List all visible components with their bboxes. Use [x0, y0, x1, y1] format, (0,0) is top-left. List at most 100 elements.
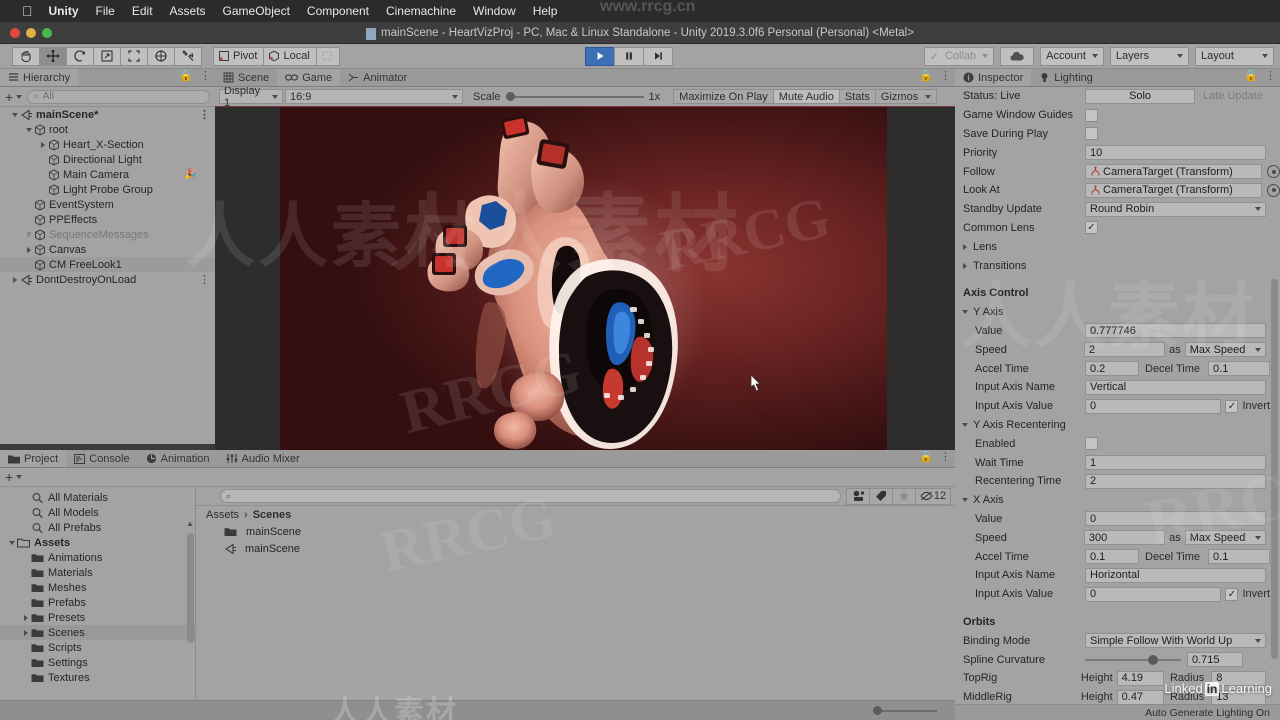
tab-project[interactable]: Project: [0, 450, 67, 467]
inspector-row-follow[interactable]: Follow CameraTarget (Transform): [955, 162, 1280, 181]
hierarchy-item-ppeffects[interactable]: PPEffects: [0, 212, 215, 227]
filter-by-type-icon[interactable]: [846, 487, 870, 505]
invert-checkbox[interactable]: ✓: [1225, 399, 1239, 413]
speed-field[interactable]: 2: [1083, 342, 1166, 358]
aspect-ratio-selector[interactable]: 16:9: [285, 89, 463, 104]
inspector-row-status-live[interactable]: Status: Live Solo Late Update: [955, 87, 1280, 106]
inspector-row-input-axis-name[interactable]: Input Axis Name Horizontal: [955, 566, 1280, 585]
hierarchy-item-heart-x-section[interactable]: Heart_X-Section: [0, 137, 215, 152]
inspector-row-speed[interactable]: Speed 2 as Max Speed: [955, 340, 1280, 359]
project-tree-item-prefabs[interactable]: Prefabs: [0, 595, 195, 610]
asset-zoom-slider[interactable]: [873, 705, 937, 715]
project-tree-item-textures[interactable]: Textures: [0, 670, 195, 685]
hierarchy-item-cm-freelook1[interactable]: CM FreeLook1: [0, 257, 215, 272]
project-tree-scrollbar[interactable]: ▲ ▼: [186, 489, 194, 713]
spline-curvature-field[interactable]: 0.715: [1187, 652, 1243, 667]
menu-item-assets[interactable]: Assets: [170, 4, 206, 18]
inspector-text-field[interactable]: Vertical: [1085, 379, 1266, 395]
inspector-row-enabled[interactable]: Enabled: [955, 434, 1280, 453]
inspector-scrollbar[interactable]: [1271, 89, 1278, 659]
input-axis-value-field[interactable]: 0: [1085, 398, 1222, 414]
pause-button[interactable]: [613, 46, 644, 66]
project-search-input[interactable]: ⌕: [220, 489, 841, 503]
foldout-arrow-right-icon[interactable]: [22, 628, 31, 637]
lock-icon[interactable]: 🔒: [179, 71, 193, 82]
project-tree-item-settings[interactable]: Settings: [0, 655, 195, 670]
asset-item[interactable]: mainScene: [196, 540, 955, 557]
rotate-tool-icon[interactable]: [66, 46, 94, 66]
inspector-object-field[interactable]: CameraTarget (Transform): [1085, 164, 1262, 180]
window-controls[interactable]: [10, 28, 52, 38]
foldout-arrow-right-icon[interactable]: [11, 275, 20, 284]
tab-inspector[interactable]: Inspector: [955, 69, 1032, 86]
speed-mode-dropdown[interactable]: Max Speed: [1184, 530, 1266, 546]
project-tree-item-assets[interactable]: Assets: [0, 535, 195, 550]
tab-console[interactable]: Console: [66, 450, 138, 467]
scale-slider[interactable]: [505, 92, 644, 101]
foldout-arrow-icon[interactable]: [961, 420, 970, 429]
inspector-row-priority[interactable]: Priority 10: [955, 143, 1280, 162]
inspector-object-field[interactable]: CameraTarget (Transform): [1085, 182, 1262, 198]
cloud-button[interactable]: [1000, 46, 1035, 66]
layout-button[interactable]: Layout: [1194, 46, 1274, 66]
hierarchy-item-mainscene[interactable]: mainScene* ⋮: [0, 107, 215, 122]
maximize-on-play-toggle[interactable]: Maximize On Play: [673, 89, 774, 104]
speed-field[interactable]: 300: [1083, 530, 1166, 546]
inspector-row-wait-time[interactable]: Wait Time 1: [955, 453, 1280, 472]
inspector-row-speed[interactable]: Speed 300 as Max Speed: [955, 528, 1280, 547]
inspector-row-input-axis-value[interactable]: Input Axis Value 0 ✓ Invert: [955, 397, 1280, 416]
hierarchy-item-directional-light[interactable]: Directional Light: [0, 152, 215, 167]
apple-icon[interactable]: : [22, 4, 33, 18]
tab-animation[interactable]: Animation: [137, 450, 218, 467]
inspector-text-field[interactable]: 0: [1085, 511, 1266, 527]
foldout-arrow-down-icon[interactable]: [25, 125, 34, 134]
grid-snap-toggle[interactable]: [315, 46, 340, 66]
project-tree-item-all-materials[interactable]: All Materials: [0, 490, 195, 505]
minimize-window-button[interactable]: [26, 28, 36, 38]
menu-item-window[interactable]: Window: [473, 4, 516, 18]
lock-icon[interactable]: 🔒: [919, 452, 933, 463]
inspector-row-standby-update[interactable]: Standby Update Round Robin: [955, 200, 1280, 219]
inspector-menu-icon[interactable]: ⋮: [1265, 71, 1276, 82]
inspector-row-binding-mode[interactable]: Binding Mode Simple Follow With World Up: [955, 631, 1280, 650]
foldout-arrow-right-icon[interactable]: [39, 140, 48, 149]
accel-time-field[interactable]: 0.2: [1085, 361, 1139, 377]
hierarchy-item-root[interactable]: root: [0, 122, 215, 137]
project-tree-item-all-models[interactable]: All Models: [0, 505, 195, 520]
inspector-row-value[interactable]: Value 0.777746: [955, 322, 1280, 341]
menu-item-unity[interactable]: Unity: [49, 4, 79, 18]
speed-mode-dropdown[interactable]: Max Speed: [1184, 342, 1266, 358]
menu-item-file[interactable]: File: [96, 4, 115, 18]
inspector-checkbox[interactable]: ✓: [1085, 221, 1098, 235]
project-tree-item-animations[interactable]: Animations: [0, 550, 195, 565]
inspector-dropdown[interactable]: Round Robin: [1085, 201, 1266, 217]
menu-item-cinemachine[interactable]: Cinemachine: [386, 4, 456, 18]
lock-icon[interactable]: 🔒: [1244, 71, 1258, 82]
accel-time-field[interactable]: 0.1: [1085, 549, 1139, 565]
step-button[interactable]: [642, 46, 673, 66]
menu-item-help[interactable]: Help: [533, 4, 558, 18]
inspector-row-input-axis-name[interactable]: Input Axis Name Vertical: [955, 378, 1280, 397]
custom-tool-icon[interactable]: [174, 46, 202, 66]
lock-icon[interactable]: 🔒: [919, 71, 933, 82]
inspector-row-y-axis-recentering[interactable]: Y Axis Recentering: [955, 416, 1280, 435]
layers-button[interactable]: Layers: [1109, 46, 1189, 66]
inspector-row-recentering-time[interactable]: Recentering Time 2: [955, 472, 1280, 491]
project-tree-item-all-prefabs[interactable]: All Prefabs: [0, 520, 195, 535]
hierarchy-menu-icon[interactable]: ⋮: [200, 71, 211, 82]
menu-item-gameobject[interactable]: GameObject: [223, 4, 290, 18]
breadcrumb-root[interactable]: Assets: [206, 509, 239, 521]
foldout-arrow-icon[interactable]: [961, 308, 970, 317]
foldout-arrow-right-icon[interactable]: [25, 230, 34, 239]
asset-item[interactable]: mainScene: [196, 523, 955, 540]
foldout-arrow-right-icon[interactable]: [25, 245, 34, 254]
inspector-row-accel-time[interactable]: Accel Time 0.1 Decel Time 0.1: [955, 547, 1280, 566]
pivot-toggle[interactable]: Pivot: [213, 46, 265, 66]
game-view-viewport[interactable]: 人人素材 RRCG: [280, 107, 887, 461]
foldout-arrow-down-icon[interactable]: [11, 110, 20, 119]
inspector-row-look-at[interactable]: Look At CameraTarget (Transform): [955, 181, 1280, 200]
collab-button[interactable]: ✓ Collab: [923, 46, 995, 66]
inspector-row-value[interactable]: Value 0: [955, 510, 1280, 529]
inspector-row-x-axis[interactable]: X Axis: [955, 491, 1280, 510]
spline-curvature-slider[interactable]: [1085, 654, 1181, 666]
